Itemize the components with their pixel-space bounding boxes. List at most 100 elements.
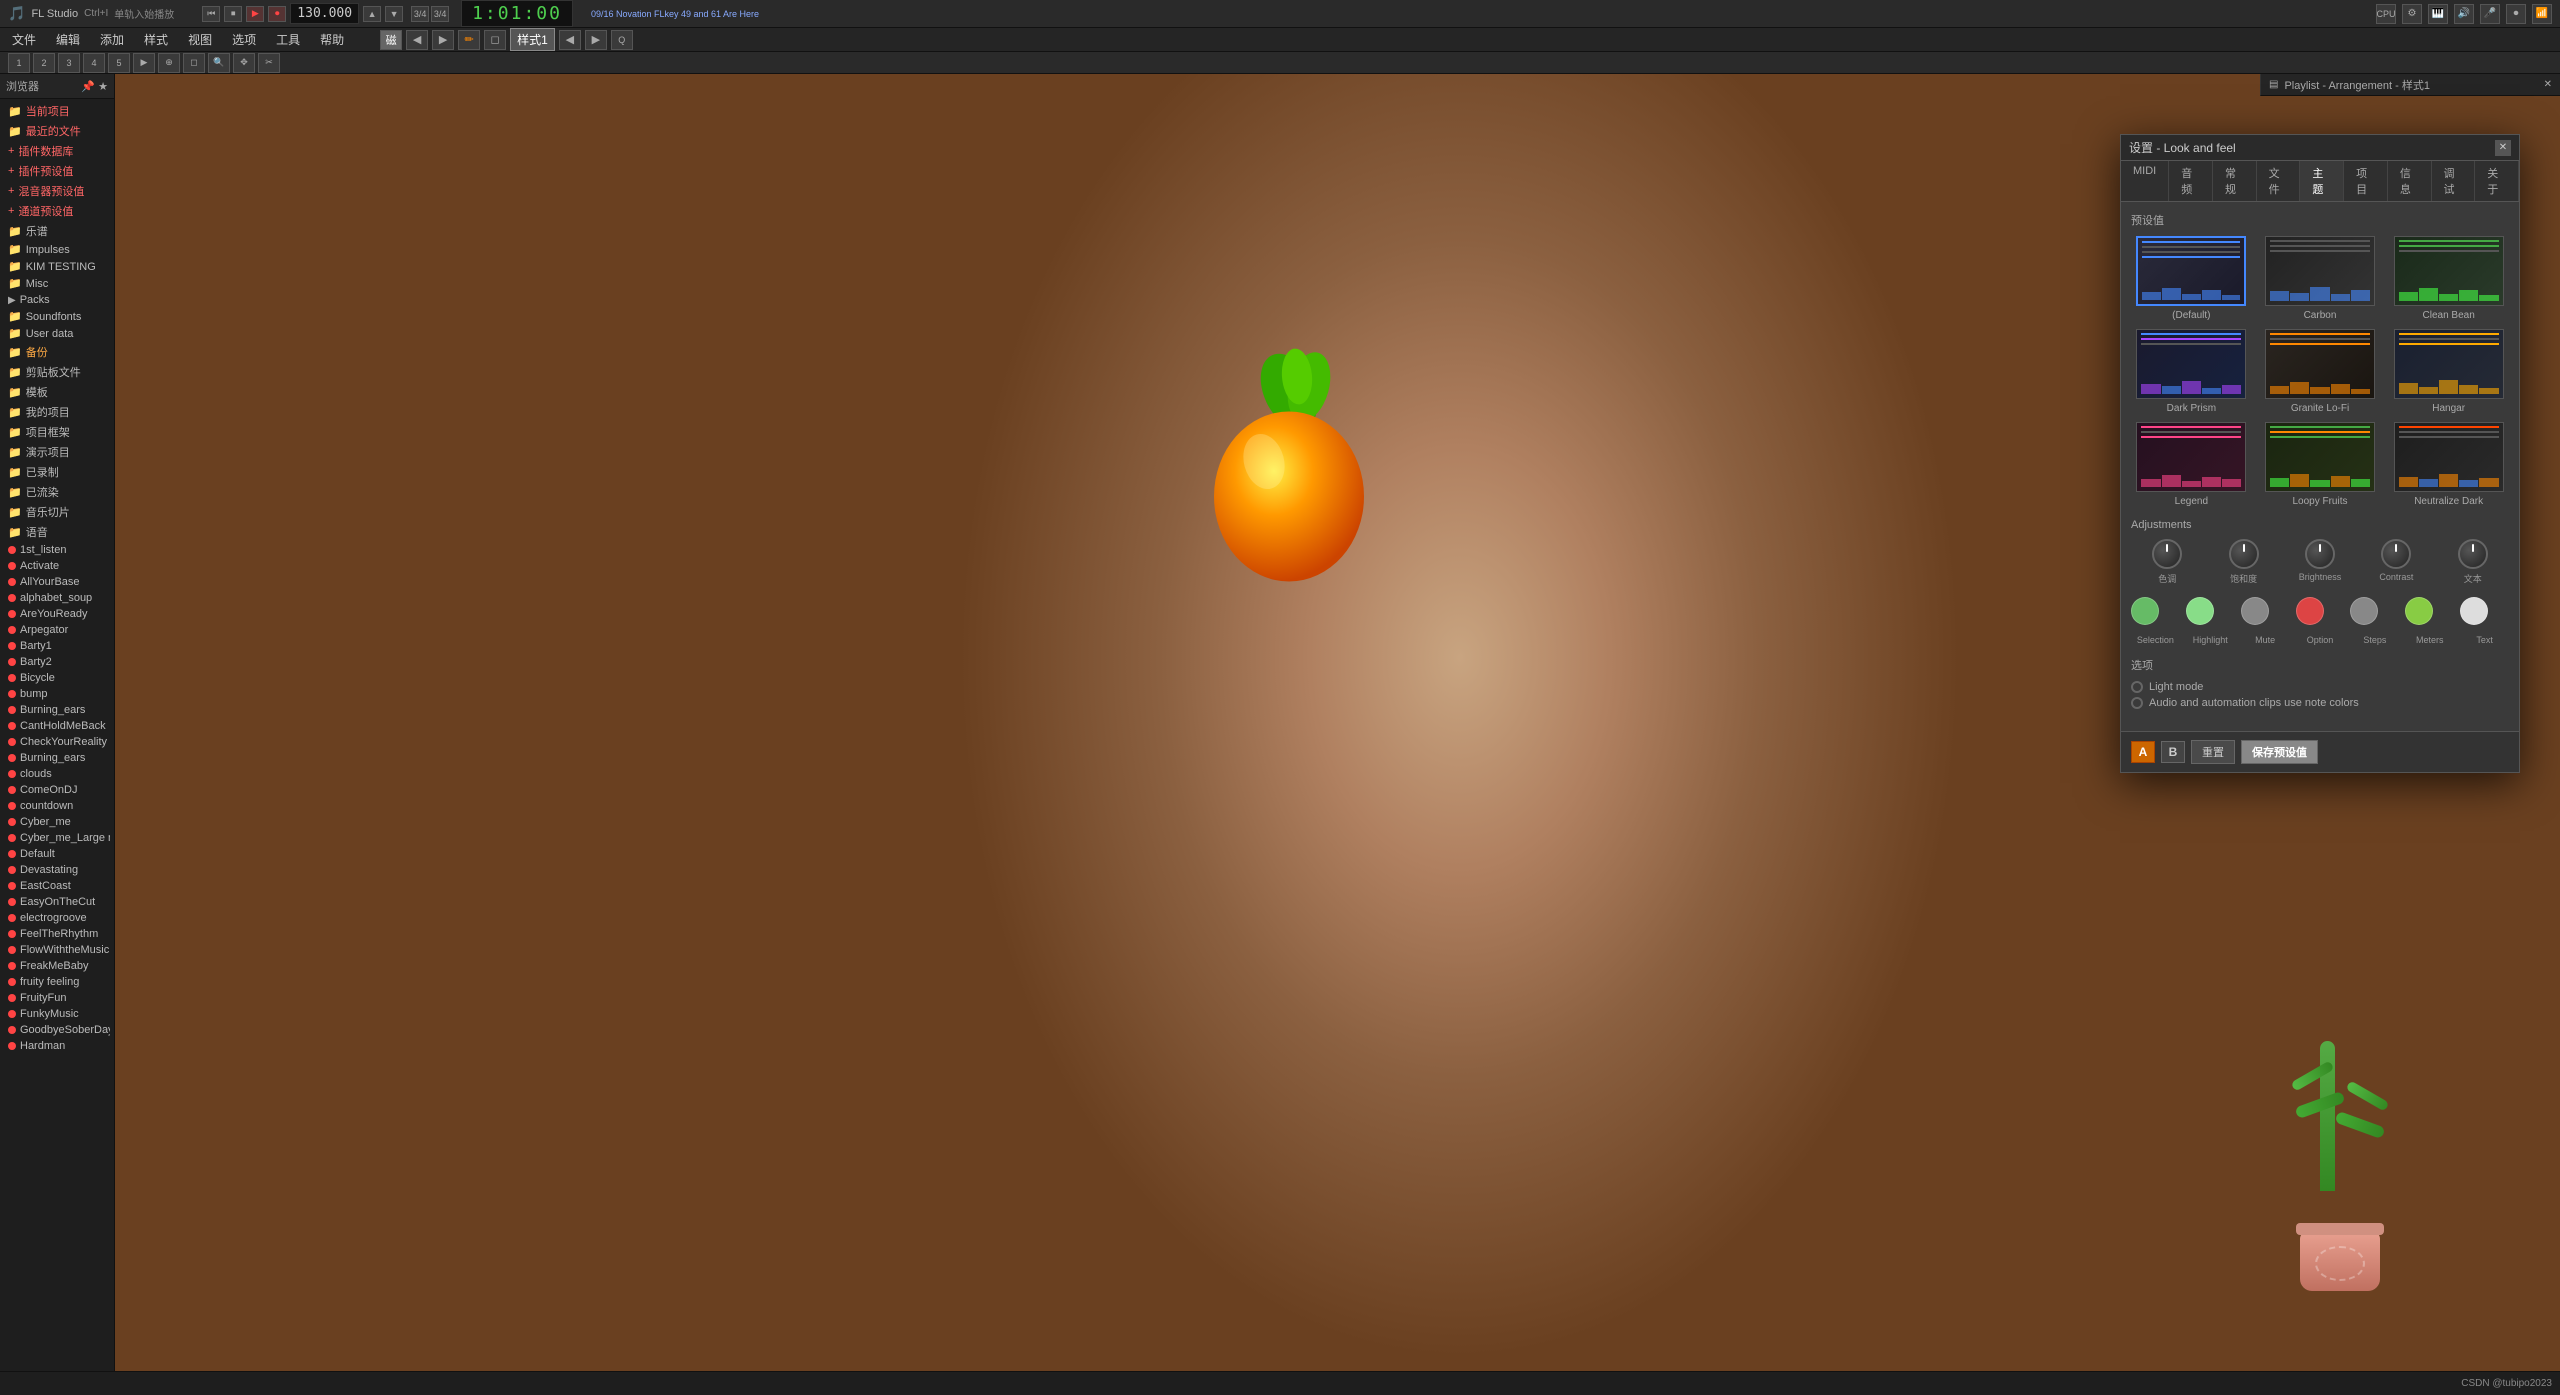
sidebar-item-fruity-feeling[interactable]: fruity feeling [4,974,110,990]
theme-card-hangar[interactable]: Hangar [2388,329,2509,414]
dialog-close-btn[interactable]: ✕ [2495,140,2511,156]
sidebar-item-recorded[interactable]: 📁 已录制 [4,462,110,482]
sidebar-item-soundfonts[interactable]: 📁 Soundfonts [4,308,110,325]
sidebar-item-allyourbase[interactable]: AllYourBase [4,574,110,590]
sidebar-item-misc[interactable]: 📁 Misc [4,275,110,292]
tb2-move[interactable]: ✥ [233,53,255,73]
sidebar-item-alphabet-soup[interactable]: alphabet_soup [4,590,110,606]
tb2-btn1[interactable]: 1 [8,53,30,73]
sidebar-item-barty1[interactable]: Barty1 [4,638,110,654]
sidebar-item-devastating[interactable]: Devastating [4,862,110,878]
sidebar-item-cyber-me-large[interactable]: Cyber_me_Large male [4,830,110,846]
menu-options[interactable]: 选项 [228,29,260,50]
sidebar-item-flowwiththemusic[interactable]: FlowWiththeMusic [4,942,110,958]
sidebar-item-project-frame[interactable]: 📁 项目框架 [4,422,110,442]
tb2-btn7[interactable]: ⊕ [158,53,180,73]
sidebar-item-kim-testing[interactable]: 📁 KIM TESTING [4,258,110,275]
prev-pattern[interactable]: ◀ [559,30,581,50]
sidebar-item-chopper[interactable]: Burning_ears [4,750,110,766]
sidebar-item-bicycle[interactable]: Bicycle [4,670,110,686]
sidebar-item-scores[interactable]: 📁 乐谱 [4,221,110,241]
save-presets-btn[interactable]: 保存预设值 [2241,740,2318,764]
stop-btn[interactable]: ⏹ [224,6,242,22]
theme-card-neutralizedark[interactable]: Neutralize Dark [2388,422,2509,507]
settings-icon[interactable]: ⚙ [2402,4,2422,24]
sidebar-item-fruityfun[interactable]: FruityFun [4,990,110,1006]
sidebar-item-barty2[interactable]: Barty2 [4,654,110,670]
snap-btn[interactable]: 磁 [380,30,402,50]
sidebar-item-packs[interactable]: ▶ Packs [4,292,110,308]
audio-icon[interactable]: 🔊 [2454,4,2474,24]
sidebar-item-hardman[interactable]: Hardman [4,1038,110,1054]
sidebar-item-clouds[interactable]: clouds [4,766,110,782]
prev-btn[interactable]: ◀ [406,30,428,50]
sidebar-star-btn[interactable]: ★ [98,80,108,93]
option-color[interactable] [2296,597,2324,625]
record-btn[interactable]: ⏺ [268,6,286,22]
sidebar-item-burning-ears[interactable]: Burning_ears [4,702,110,718]
tb2-btn6[interactable]: ▶ [133,53,155,73]
tb2-btn2[interactable]: 2 [33,53,55,73]
sidebar-item-user-data[interactable]: 📁 User data [4,325,110,342]
mute-color[interactable] [2241,597,2269,625]
erase-btn[interactable]: ◻ [484,30,506,50]
sidebar-item-current-project[interactable]: 📁 当前项目 [4,101,110,121]
sidebar-pin-btn[interactable]: 📌 [81,80,95,93]
bpm-up[interactable]: ▲ [363,6,381,22]
sidebar-item-eastcoast[interactable]: EastCoast [4,878,110,894]
tb2-select[interactable]: ◻ [183,53,205,73]
hue-knob[interactable] [2152,539,2182,569]
saturation-knob[interactable] [2229,539,2259,569]
bpm-down[interactable]: ▼ [385,6,403,22]
wifi-icon[interactable]: 📶 [2532,4,2552,24]
tab-project[interactable]: 项目 [2344,161,2388,201]
text-color[interactable] [2460,597,2488,625]
theme-card-cleanbean[interactable]: Clean Bean [2388,236,2509,321]
sidebar-item-easyonthecut[interactable]: EasyOnTheCut [4,894,110,910]
sidebar-item-voice[interactable]: 📁 语音 [4,522,110,542]
sidebar-item-feeltherhythm[interactable]: FeelTheRhythm [4,926,110,942]
meters-color[interactable] [2405,597,2433,625]
tab-info[interactable]: 信息 [2388,161,2432,201]
sidebar-item-impulses[interactable]: 📁 Impulses [4,241,110,258]
sidebar-item-freakmebaby[interactable]: FreakMeBaby [4,958,110,974]
menu-style[interactable]: 样式 [140,29,172,50]
play-btn[interactable]: ▶ [246,6,264,22]
mic-icon[interactable]: 🎤 [2480,4,2500,24]
sidebar-item-default[interactable]: Default [4,846,110,862]
theme-card-legend[interactable]: Legend [2131,422,2252,507]
tb2-zoom[interactable]: 🔍 [208,53,230,73]
record-icon[interactable]: ⏺ [2506,4,2526,24]
tb2-btn4[interactable]: 4 [83,53,105,73]
next-pattern[interactable]: ▶ [585,30,607,50]
highlight-color[interactable] [2186,597,2214,625]
sidebar-item-activate[interactable]: Activate [4,558,110,574]
sidebar-item-cantholdmeback[interactable]: CantHoldMeBack [4,718,110,734]
next-btn[interactable]: ▶ [432,30,454,50]
sidebar-item-cyber-me[interactable]: Cyber_me [4,814,110,830]
tab-midi[interactable]: MIDI [2121,161,2169,201]
sidebar-item-demo[interactable]: 📁 演示项目 [4,442,110,462]
brightness-knob[interactable] [2305,539,2335,569]
sidebar-item-comeondj[interactable]: ComeOnDJ [4,782,110,798]
tb2-btn5[interactable]: 5 [108,53,130,73]
menu-edit[interactable]: 编辑 [52,29,84,50]
radio-dot-lightmode[interactable] [2131,681,2143,693]
tab-debug[interactable]: 调试 [2432,161,2476,201]
theme-card-carbon[interactable]: Carbon [2260,236,2381,321]
theme-card-darkprism[interactable]: Dark Prism [2131,329,2252,414]
contrast-knob[interactable] [2381,539,2411,569]
sidebar-item-funkymusic[interactable]: FunkyMusic [4,1006,110,1022]
tab-file[interactable]: 文件 [2257,161,2301,201]
sidebar-item-goodbyesoberday[interactable]: GoodbyeSoberDay [4,1022,110,1038]
tab-audio[interactable]: 音频 [2169,161,2213,201]
playlist-close-btn[interactable]: ✕ [2544,79,2552,90]
sidebar-item-rendered[interactable]: 📁 已流染 [4,482,110,502]
pattern-selector[interactable]: 样式1 [510,28,555,51]
text-knob[interactable] [2458,539,2488,569]
font-btn-b[interactable]: B [2161,741,2185,763]
quantize-btn[interactable]: Q [611,30,633,50]
tb2-cut[interactable]: ✂ [258,53,280,73]
sidebar-item-backup[interactable]: 📁 备份 [4,342,110,362]
sidebar-item-1st-listen[interactable]: 1st_listen [4,542,110,558]
